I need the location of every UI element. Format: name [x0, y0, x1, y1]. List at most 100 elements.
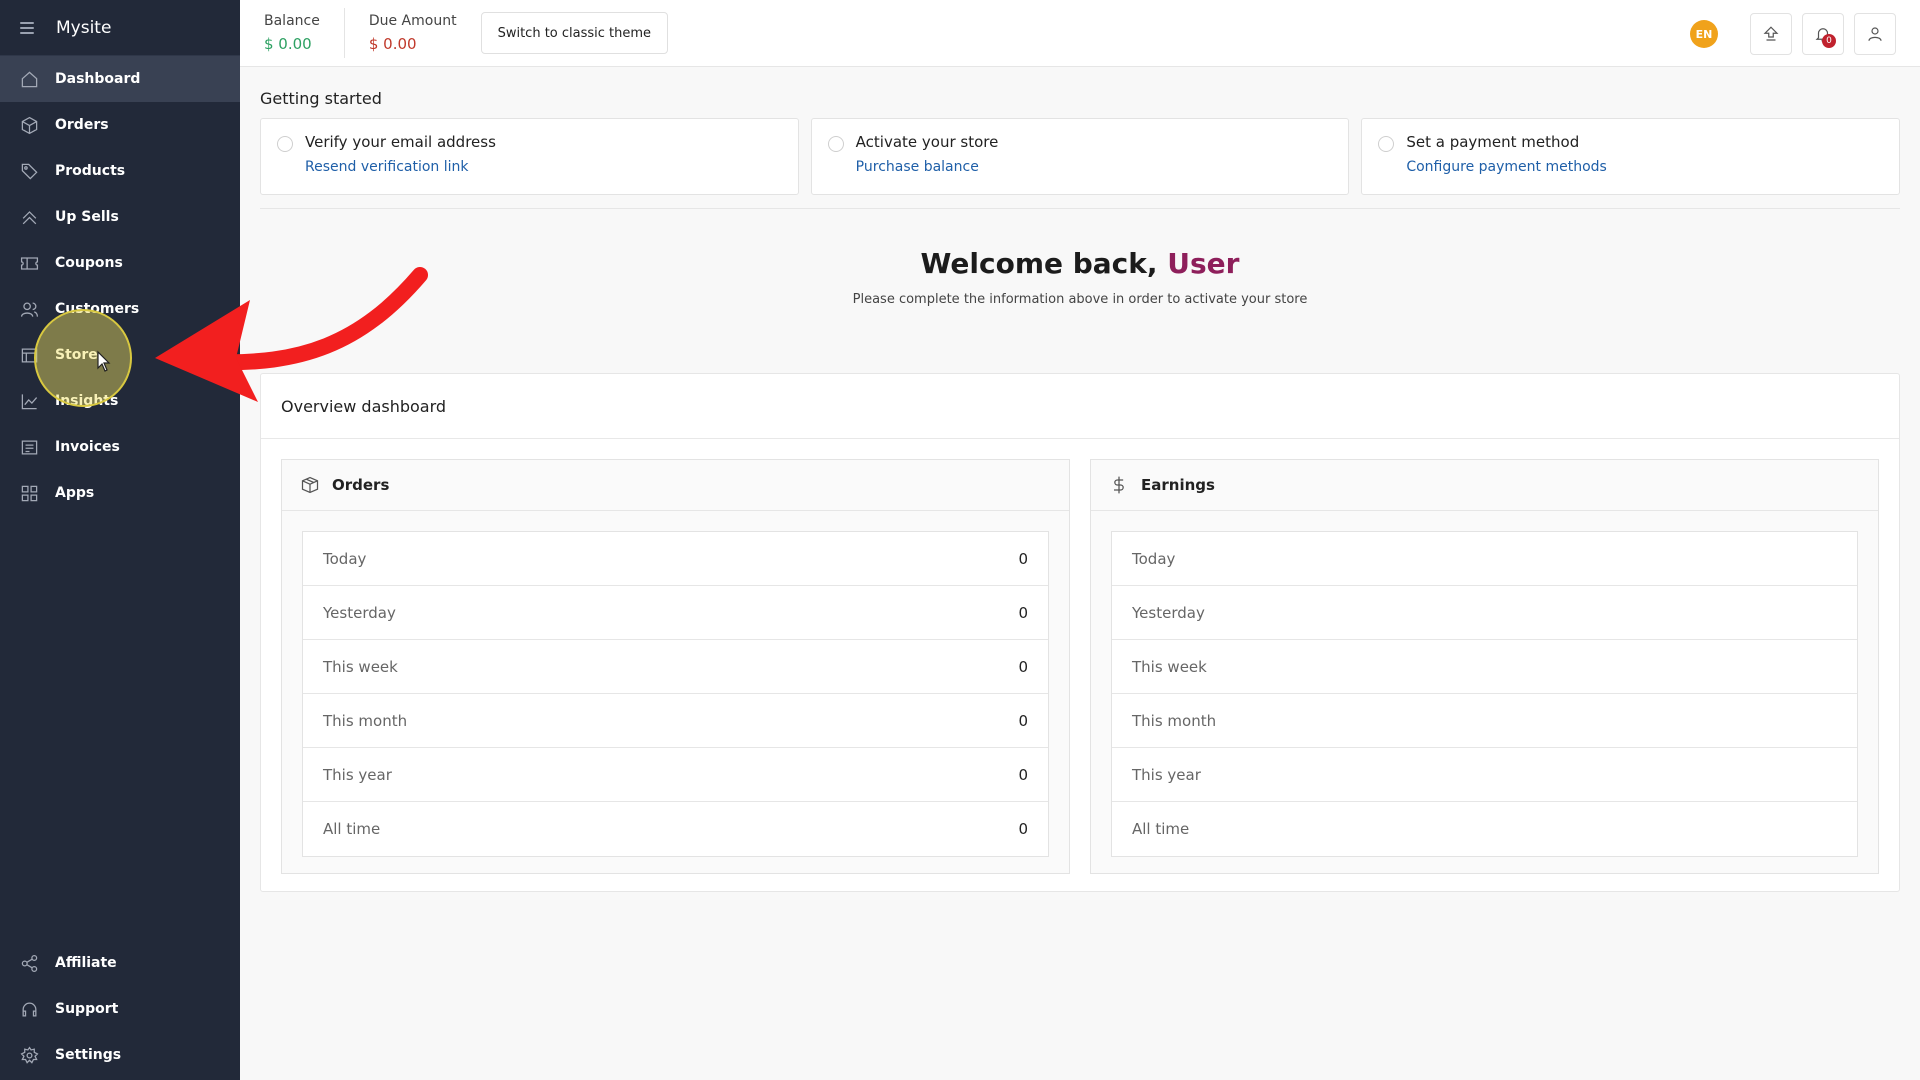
list-item: Yesterday 0: [303, 586, 1048, 640]
step-radio[interactable]: [1378, 136, 1395, 152]
brand-bar: Mysite: [0, 0, 240, 56]
upgrade-button[interactable]: [1750, 13, 1792, 55]
due-amount-label: Due Amount: [368, 13, 457, 29]
sidebar-item-affiliate[interactable]: Affiliate: [0, 940, 240, 986]
welcome-user-name: User: [1167, 247, 1240, 280]
main-content: Getting started Verify your email addres…: [260, 67, 1901, 892]
dollar-icon: [1109, 475, 1141, 495]
share-icon: [19, 953, 39, 973]
stat-label: Today: [323, 549, 367, 568]
stat-value: 0: [1018, 603, 1028, 622]
notification-count-badge: 0: [1822, 34, 1836, 48]
ticket-icon: [19, 253, 39, 273]
chevron-up-icon: [19, 207, 39, 227]
stat-label: This year: [1132, 765, 1201, 784]
stat-label: Yesterday: [1132, 603, 1205, 622]
invoice-icon: [19, 437, 39, 457]
sidebar-item-customers[interactable]: Customers: [0, 286, 240, 332]
top-bar: Balance $ 0.00 Due Amount $ 0.00 Switch …: [240, 0, 1920, 67]
stat-value: 0: [1018, 549, 1028, 568]
orders-stats-list: Today 0 Yesterday 0 This week 0 This month 0…: [302, 531, 1049, 857]
stat-value: 0: [1018, 820, 1028, 838]
welcome-subtitle: Please complete the information above in…: [852, 292, 1308, 307]
sidebar-item-label: Apps: [55, 485, 95, 501]
step-title: Activate your store: [855, 133, 999, 151]
earnings-panel-title: Earnings: [1141, 476, 1215, 494]
notifications-button[interactable]: 0: [1802, 13, 1844, 55]
hamburger-menu-icon[interactable]: [20, 19, 34, 37]
getting-started-title: Getting started: [260, 89, 382, 108]
language-badge[interactable]: EN: [1690, 20, 1718, 48]
list-item: This year 0: [303, 748, 1048, 802]
balance-value: $ 0.00: [264, 35, 312, 53]
sidebar-item-coupons[interactable]: Coupons: [0, 240, 240, 286]
step-radio[interactable]: [827, 136, 844, 152]
list-item: All time: [1112, 802, 1857, 856]
grid-icon: [19, 483, 39, 503]
resend-verification-link[interactable]: Resend verification link: [305, 159, 798, 175]
sidebar-item-label: Coupons: [55, 255, 123, 271]
sidebar-item-orders[interactable]: Orders: [0, 102, 240, 148]
sidebar-item-label: Up Sells: [55, 209, 119, 225]
switch-theme-button[interactable]: Switch to classic theme: [480, 12, 669, 54]
sidebar-item-label: Dashboard: [55, 71, 141, 87]
stat-label: This week: [1132, 657, 1207, 676]
step-title: Verify your email address: [305, 133, 496, 151]
stat-label: This year: [323, 765, 392, 784]
sidebar-item-label: Orders: [55, 117, 109, 133]
package-icon: [300, 475, 332, 495]
sidebar-item-support[interactable]: Support: [0, 986, 240, 1032]
sidebar-item-label: Support: [55, 1001, 119, 1017]
store-icon: [19, 345, 39, 365]
sidebar-item-dashboard[interactable]: Dashboard: [0, 56, 240, 102]
getting-started-steps: Verify your email address Resend verific…: [260, 118, 1901, 195]
sidebar-item-store[interactable]: Store: [0, 332, 240, 378]
app-title: Mysite: [56, 17, 112, 38]
configure-payment-link[interactable]: Configure payment methods: [1406, 159, 1899, 175]
sidebar-item-products[interactable]: Products: [0, 148, 240, 194]
orders-panel: Orders Today 0 Yesterday 0 This week 0 This…: [281, 459, 1070, 874]
sidebar-item-apps[interactable]: Apps: [0, 470, 240, 516]
list-item: This week 0: [303, 640, 1048, 694]
home-icon: [19, 69, 39, 89]
stat-label: Today: [1132, 549, 1176, 568]
sidebar-item-label: Invoices: [55, 439, 120, 455]
sidebar-item-insights[interactable]: Insights: [0, 378, 240, 424]
orders-panel-header: Orders: [282, 460, 1069, 511]
balance-block: Balance $ 0.00: [240, 13, 344, 53]
sidebar-item-up-sells[interactable]: Up Sells: [0, 194, 240, 240]
due-amount-block: Due Amount $ 0.00: [345, 13, 481, 53]
welcome-heading: Welcome back, User: [260, 247, 1900, 280]
stat-value: 0: [1018, 657, 1028, 676]
user-icon: [1866, 25, 1884, 43]
overview-dashboard: Overview dashboard Orders Today 0 Yesterd…: [260, 373, 1900, 892]
sidebar-item-label: Customers: [55, 301, 140, 317]
sidebar-item-label: Store: [55, 347, 98, 363]
earnings-panel-header: Earnings: [1091, 460, 1878, 511]
sidebar-nav: Dashboard Orders Products Up Sells Coupo…: [0, 56, 240, 516]
gear-icon: [19, 1045, 39, 1065]
chart-icon: [19, 391, 39, 411]
overview-title: Overview dashboard: [261, 374, 1899, 439]
sidebar-item-invoices[interactable]: Invoices: [0, 424, 240, 470]
users-icon: [19, 299, 39, 319]
sidebar-bottom-nav: Affiliate Support Settings: [0, 940, 240, 1078]
step-activate-store: Activate your store Purchase balance: [810, 118, 1350, 195]
upgrade-icon: [1762, 25, 1780, 43]
purchase-balance-link[interactable]: Purchase balance: [856, 159, 1349, 175]
profile-button[interactable]: [1854, 13, 1896, 55]
stat-label: This month: [1132, 711, 1217, 730]
stat-value: 0: [1018, 765, 1028, 784]
earnings-panel: Earnings Today Yesterday This week This …: [1090, 459, 1879, 874]
list-item: All time 0: [303, 802, 1048, 856]
stat-label: All time: [1132, 820, 1190, 838]
step-radio[interactable]: [277, 136, 293, 152]
sidebar: Mysite Dashboard Orders Products Up Sell…: [0, 0, 240, 1080]
welcome-prefix: Welcome back,: [920, 247, 1168, 280]
list-item: This week: [1112, 640, 1857, 694]
stat-label: All time: [323, 820, 381, 838]
tag-icon: [19, 161, 39, 181]
sidebar-item-settings[interactable]: Settings: [0, 1032, 240, 1078]
list-item: Today 0: [303, 532, 1048, 586]
sidebar-item-label: Affiliate: [55, 955, 117, 971]
